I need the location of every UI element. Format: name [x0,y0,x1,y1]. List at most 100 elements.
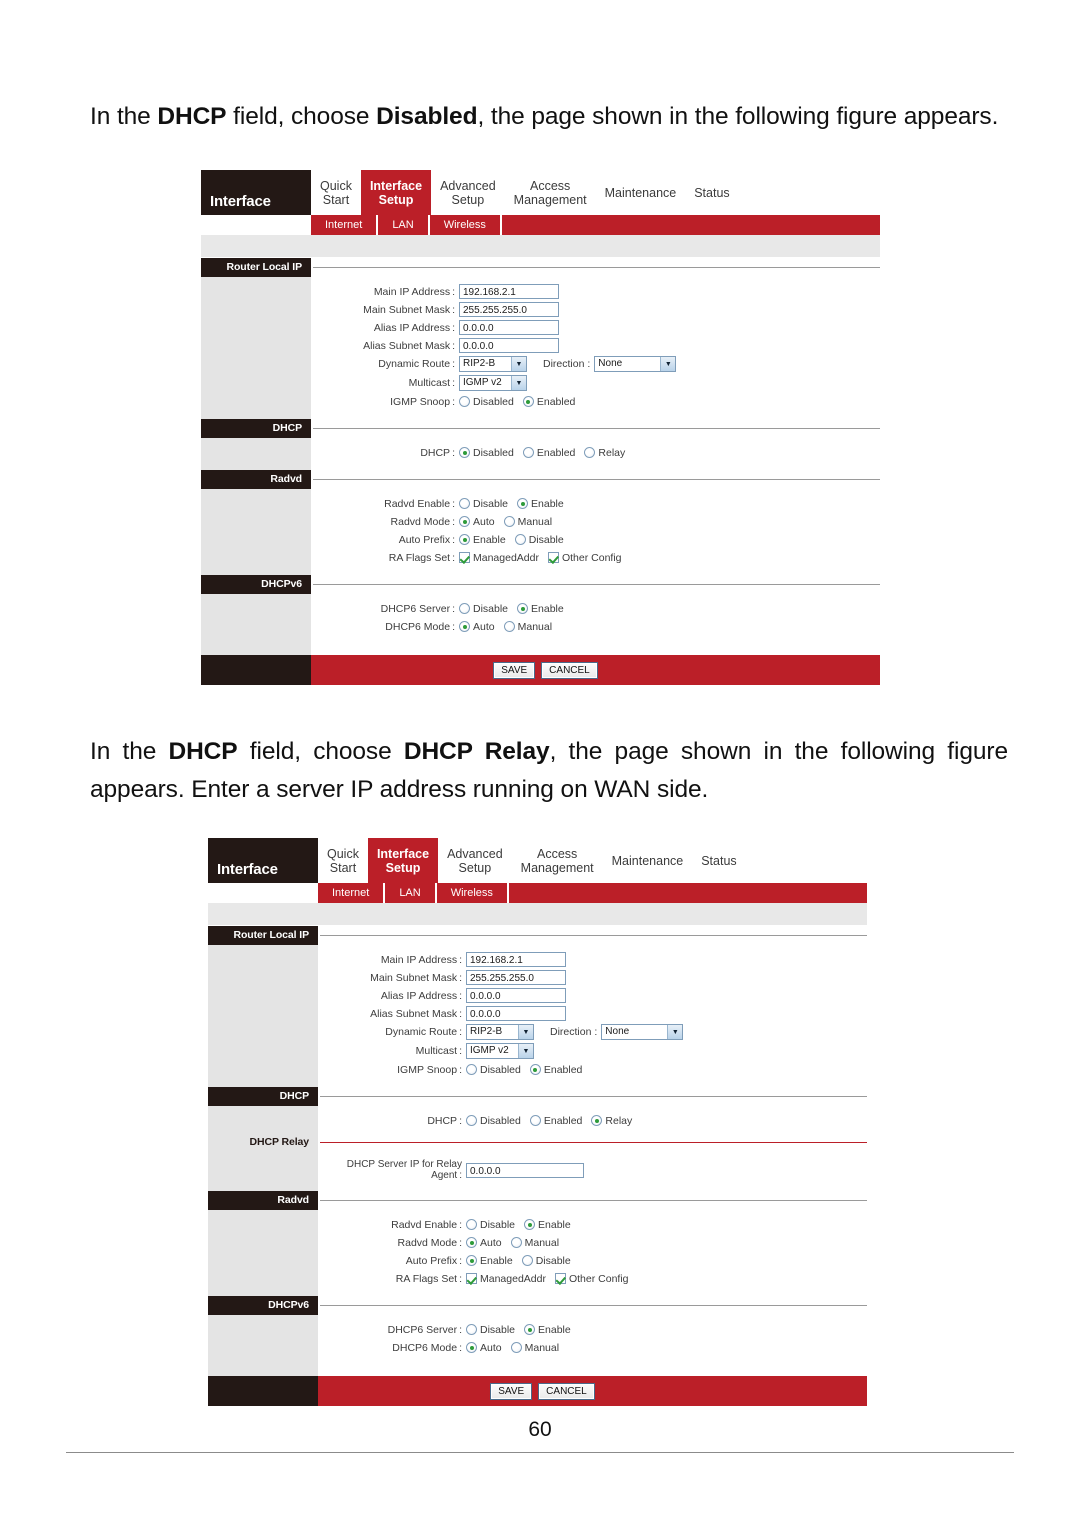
sub-nav-pad [201,215,311,235]
section-label-dhcpv6: DHCPv6 [208,1296,318,1315]
radio-radvd-disable[interactable]: Disable [466,1219,515,1231]
radio-radvd-disable-label: Disable [473,497,509,510]
select-dynamic-route[interactable]: RIP2-B ▼ [466,1024,534,1040]
radio-igmp-snoop-disabled[interactable]: Disabled [459,396,514,408]
subnav-lan[interactable]: LAN [385,883,437,903]
radio-dhcp6-mode-manual[interactable]: Manual [503,621,552,633]
nav-interface-setup[interactable]: Interface Setup [360,170,432,215]
radio-auto-prefix-disable[interactable]: Disable [521,1255,571,1267]
radio-auto-prefix-enable-label: Enable [473,533,506,546]
nav-quick-start[interactable]: Quick Start [318,838,368,883]
radio-radvd-mode-auto[interactable]: Auto [459,516,495,528]
radio-dhcp6-server-disable-label: Disable [473,602,509,615]
radio-igmp-snoop-enabled[interactable]: Enabled [529,1064,582,1076]
radio-dhcp6-mode-auto[interactable]: Auto [466,1342,502,1354]
nav-access-management[interactable]: Access Management [512,838,603,883]
subnav-wireless[interactable]: Wireless [430,215,502,235]
brand-label: Interface [201,170,311,215]
select-direction[interactable]: None ▼ [601,1024,684,1040]
checkbox-managed-addr[interactable]: ManagedAddr [459,552,539,564]
subnav-lan[interactable]: LAN [378,215,430,235]
subnav-wireless[interactable]: Wireless [437,883,509,903]
section-label-dhcpv6: DHCPv6 [201,575,311,594]
nav-maintenance-label: Maintenance [604,185,677,200]
nav-advanced-setup[interactable]: Advanced Setup [431,170,505,215]
radio-radvd-mode-manual[interactable]: Manual [510,1237,559,1249]
radio-dhcp-enabled[interactable]: Enabled [529,1115,582,1127]
sub-nav-pad [208,883,318,903]
select-dynamic-route-value: RIP2-B [463,358,496,369]
nav-status[interactable]: Status [685,170,738,215]
radio-igmp-snoop-disabled[interactable]: Disabled [466,1064,521,1076]
sub-nav-fill [502,215,880,235]
radio-dhcp6-server-enable[interactable]: Enable [524,1324,571,1336]
label-auto-prefix-text: Auto Prefix [405,1254,458,1267]
nav-maintenance[interactable]: Maintenance [603,838,693,883]
label-dhcp-text: DHCP [420,446,451,459]
radio-auto-prefix-enable[interactable]: Enable [466,1255,513,1267]
action-buttons: SAVE CANCEL [311,661,880,679]
checkbox-managed-addr[interactable]: ManagedAddr [466,1273,546,1285]
label-multicast: Multicast: [415,1045,462,1057]
radio-dhcp-relay[interactable]: Relay [584,447,625,459]
radio-auto-prefix-enable[interactable]: Enable [459,534,506,546]
radio-dhcp6-server-enable[interactable]: Enable [517,603,564,615]
radio-dhcp-enabled[interactable]: Enabled [522,447,575,459]
save-button[interactable]: SAVE [490,1382,533,1400]
radio-dhcp6-mode-auto-label: Auto [473,620,495,633]
select-direction[interactable]: None ▼ [594,356,677,372]
radio-dhcp-disabled[interactable]: Disabled [459,447,514,459]
radio-dot-icon [466,1115,477,1126]
input-main-subnet-mask[interactable]: 255.255.255.0 [459,302,559,317]
radio-dhcp6-server-disable[interactable]: Disable [459,603,508,615]
radio-radvd-enable[interactable]: Enable [517,498,564,510]
input-main-ip[interactable]: 192.168.2.1 [466,952,566,967]
radio-dot-icon [591,1115,603,1126]
save-button[interactable]: SAVE [493,661,536,679]
input-main-ip[interactable]: 192.168.2.1 [459,284,559,299]
radio-dhcp6-mode-auto[interactable]: Auto [459,621,495,633]
input-alias-ip[interactable]: 0.0.0.0 [466,988,566,1003]
nav-status[interactable]: Status [692,838,745,883]
radio-radvd-enable[interactable]: Enable [524,1219,571,1231]
radio-auto-prefix-disable[interactable]: Disable [514,534,564,546]
radio-igmp-snoop-disabled-label: Disabled [480,1063,521,1076]
input-alias-ip[interactable]: 0.0.0.0 [459,320,559,335]
router-admin-panel-dhcp-disabled: Interface Quick Start Interface Setup Ad… [201,170,880,685]
nav-advanced-setup[interactable]: Advanced Setup [438,838,512,883]
main-navigation: Interface Quick Start Interface Setup Ad… [201,170,880,215]
radio-dhcp6-server-disable[interactable]: Disable [466,1324,515,1336]
section-label-radvd: Radvd [208,1191,318,1210]
label-igmp-snoop-text: IGMP Snoop [397,1063,458,1076]
radio-dhcp6-mode-manual[interactable]: Manual [510,1342,559,1354]
nav-maintenance-label: Maintenance [611,853,684,868]
cancel-button[interactable]: CANCEL [538,1382,595,1400]
radio-igmp-snoop-enabled[interactable]: Enabled [522,396,575,408]
radio-dhcp-relay[interactable]: Relay [591,1115,632,1127]
select-dynamic-route[interactable]: RIP2-B ▼ [459,356,527,372]
action-bar: SAVE CANCEL [208,1376,867,1406]
input-main-subnet-mask[interactable]: 255.255.255.0 [466,970,566,985]
nav-access-management[interactable]: Access Management [505,170,596,215]
select-multicast[interactable]: IGMP v2 ▼ [459,375,527,391]
cancel-button[interactable]: CANCEL [541,661,598,679]
subnav-internet[interactable]: Internet [311,215,379,235]
row-ra-flags: RA Flags Set: ManagedAddr Other Config [201,550,880,565]
checkbox-other-config[interactable]: Other Config [547,552,622,564]
radio-radvd-mode-auto[interactable]: Auto [466,1237,502,1249]
radio-dhcp-relay-label: Relay [605,1114,633,1127]
nav-quick-start-line1: Quick [320,178,352,193]
input-alias-subnet-mask[interactable]: 0.0.0.0 [459,338,559,353]
input-relay-server-ip[interactable]: 0.0.0.0 [466,1162,584,1178]
select-multicast[interactable]: IGMP v2 ▼ [466,1043,534,1059]
subnav-internet[interactable]: Internet [318,883,386,903]
checkbox-other-config[interactable]: Other Config [554,1273,629,1285]
radio-radvd-disable[interactable]: Disable [459,498,508,510]
nav-quick-start[interactable]: Quick Start [311,170,361,215]
nav-maintenance[interactable]: Maintenance [596,170,686,215]
radio-radvd-mode-manual[interactable]: Manual [503,516,552,528]
input-alias-subnet-mask[interactable]: 0.0.0.0 [466,1006,566,1021]
radio-dhcp-disabled[interactable]: Disabled [466,1115,521,1127]
nav-interface-setup[interactable]: Interface Setup [367,838,439,883]
